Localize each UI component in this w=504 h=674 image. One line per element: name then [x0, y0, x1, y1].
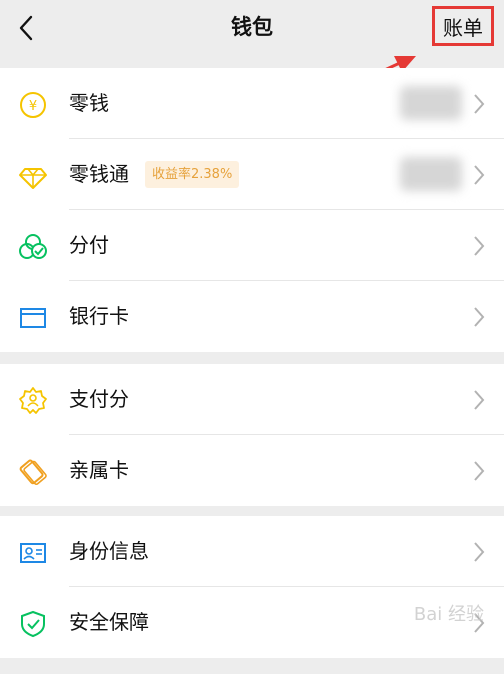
row-label: 安全保障	[69, 610, 149, 634]
yield-badge: 收益率2.38%	[145, 161, 240, 188]
bank-card-icon	[18, 303, 48, 333]
row-label: 零钱通	[69, 162, 129, 186]
shield-check-icon	[18, 609, 48, 639]
chevron-right-icon	[474, 307, 485, 327]
svg-text:¥: ¥	[29, 99, 37, 114]
id-card-icon	[18, 538, 48, 568]
chevron-right-icon	[474, 236, 485, 256]
diamond-icon	[18, 161, 48, 191]
row-label: 身份信息	[69, 539, 149, 563]
family-card-icon	[18, 457, 48, 487]
chevron-right-icon	[474, 542, 485, 562]
chevron-right-icon	[474, 461, 485, 481]
row-label: 银行卡	[69, 304, 129, 328]
row-bank-card[interactable]: 银行卡	[0, 281, 504, 352]
row-payment-score[interactable]: 支付分	[0, 364, 504, 435]
blurred-balance	[400, 157, 462, 191]
fenfu-icon	[18, 232, 48, 262]
chevron-right-icon	[474, 165, 485, 185]
row-lingqiantong[interactable]: 零钱通 收益率2.38%	[0, 139, 504, 210]
chevron-right-icon	[474, 390, 485, 410]
row-label: 支付分	[69, 387, 129, 411]
row-fenfu[interactable]: 分付	[0, 210, 504, 281]
row-label: 零钱	[69, 91, 109, 115]
row-label: 分付	[69, 233, 109, 257]
page-title: 钱包	[231, 15, 273, 39]
row-identity[interactable]: 身份信息	[0, 516, 504, 587]
watermark: Bai 经验	[413, 604, 484, 625]
bill-button[interactable]: 账单	[432, 6, 494, 46]
yuan-coin-icon: ¥	[18, 90, 48, 120]
row-label: 亲属卡	[69, 458, 129, 482]
row-family-card[interactable]: 亲属卡	[0, 435, 504, 506]
section-security: 身份信息 安全保障	[0, 516, 504, 658]
blurred-balance	[400, 86, 462, 120]
header-bar: 钱包 账单	[0, 0, 504, 60]
section-cards: 支付分 亲属卡	[0, 364, 504, 506]
row-lingqian[interactable]: ¥ 零钱	[0, 68, 504, 139]
section-balance: ¥ 零钱 零钱通 收益率2.38% 分付 银行卡	[0, 68, 504, 352]
payment-score-icon	[18, 386, 48, 416]
chevron-right-icon	[474, 94, 485, 114]
